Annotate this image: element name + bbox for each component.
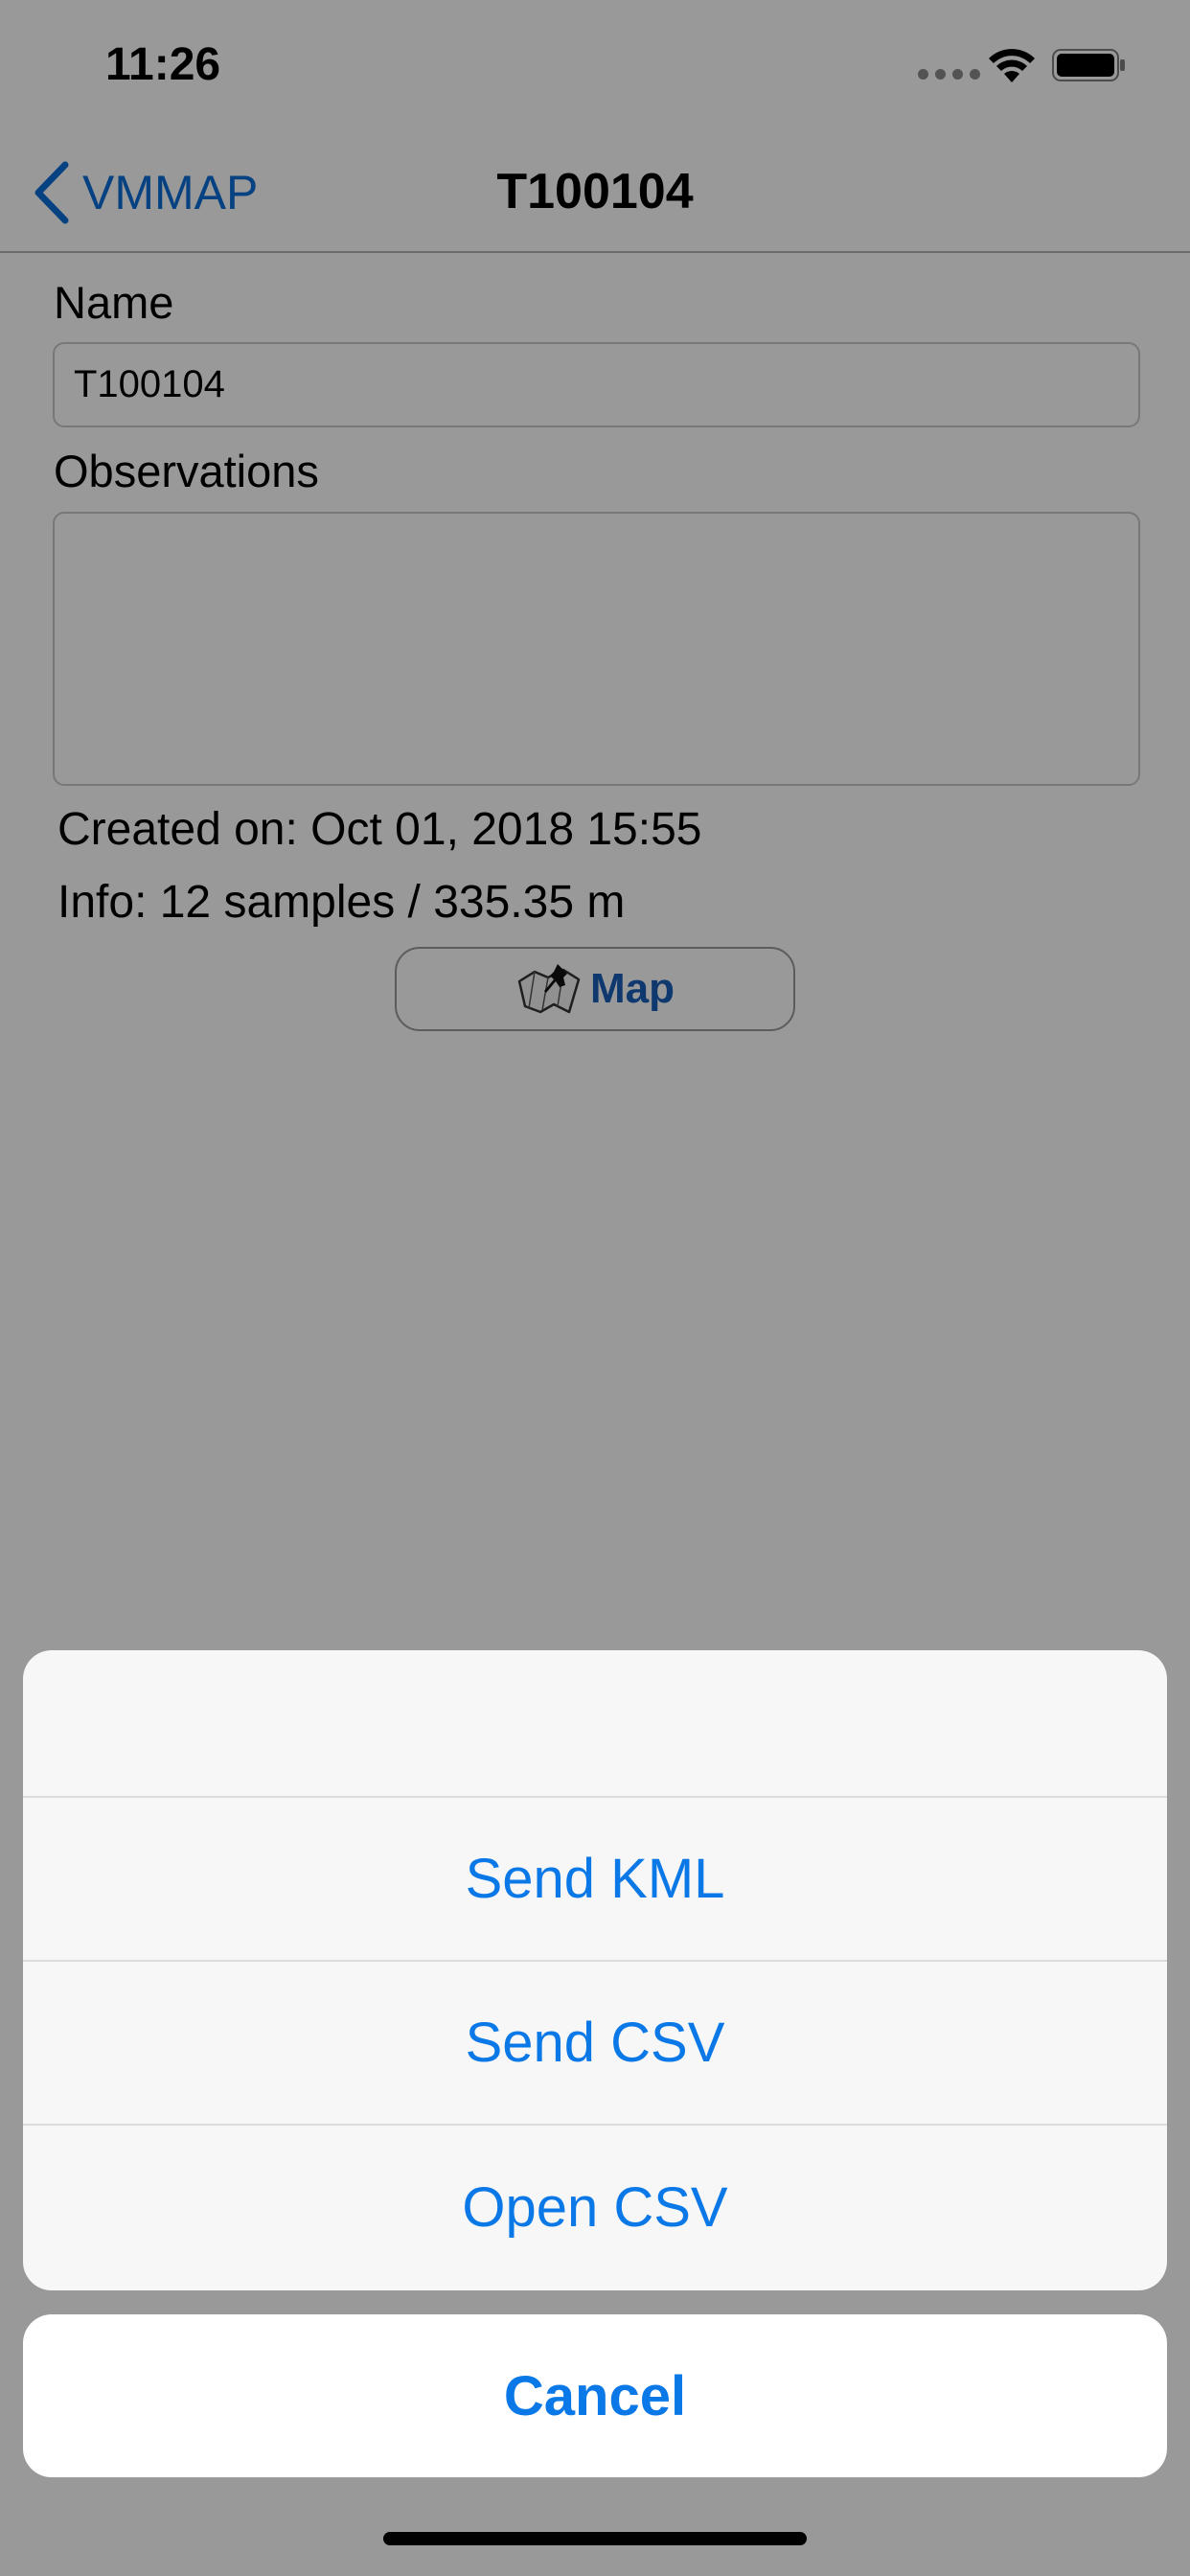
home-indicator[interactable] (383, 2532, 807, 2545)
open-csv-button[interactable]: Open CSV (23, 2126, 1167, 2289)
send-kml-button[interactable]: Send KML (23, 1798, 1167, 1962)
app-screen: 11:26 VMMAP T100104 Name T100104 Observa… (0, 0, 1190, 2576)
action-sheet: Send KML Send CSV Open CSV (23, 1650, 1167, 2290)
send-csv-button[interactable]: Send CSV (23, 1962, 1167, 2126)
action-sheet-header (23, 1650, 1167, 1798)
cancel-button[interactable]: Cancel (23, 2314, 1167, 2477)
